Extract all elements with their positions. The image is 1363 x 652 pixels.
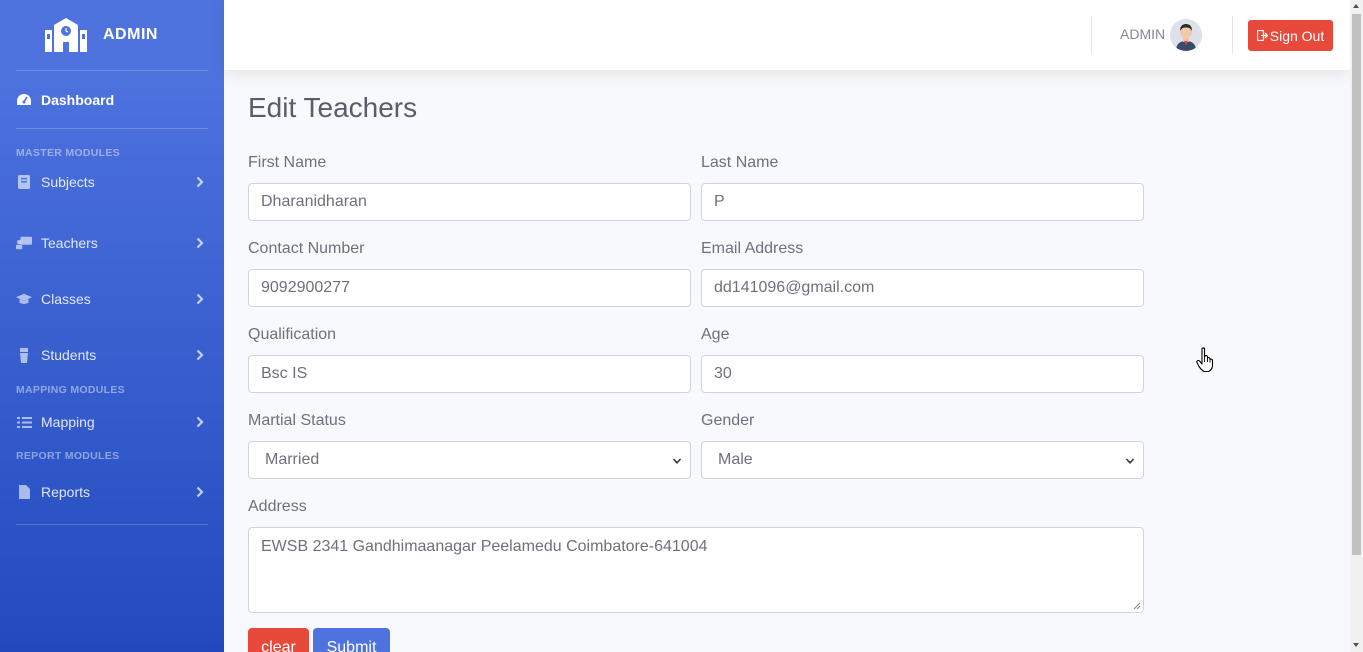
sign-out-icon [1256,30,1268,41]
sidebar-item-label: Reports [41,484,91,500]
first-name-input[interactable]: Dharanidharan [248,183,691,221]
qualification-label: Qualification [248,326,337,343]
last-name-input[interactable]: P [701,183,1144,221]
sidebar: ADMIN Dashboard MASTER MODULES Subjects … [0,0,224,652]
marital-status-label: Martial Status [248,412,346,429]
chevron-right-icon [196,416,204,428]
chevron-down-icon [1125,458,1135,464]
contact-number-input[interactable]: 9092900277 [248,269,691,307]
book-icon [16,174,32,190]
sidebar-item-reports[interactable]: Reports [0,462,224,522]
scroll-down-arrow-icon[interactable] [1353,643,1359,647]
gender-select[interactable]: Male [701,441,1144,479]
user-name[interactable]: ADMIN [1120,26,1165,42]
sidebar-divider [16,128,208,129]
email-input[interactable]: dd141096@gmail.com [701,269,1144,307]
sidebar-item-subjects[interactable]: Subjects [0,159,224,205]
sidebar-item-label: Students [41,347,97,363]
gender-value: Male [718,451,753,468]
section-heading-master: MASTER MODULES [16,147,120,159]
school-icon [45,18,87,52]
chalkboard-teacher-icon [16,235,32,251]
tasks-icon [16,414,32,430]
brand[interactable]: ADMIN [0,0,224,70]
sidebar-item-students[interactable]: Students [0,327,224,383]
chevron-right-icon [196,176,204,188]
sidebar-item-label: Subjects [41,174,95,190]
section-heading-mapping: MAPPING MODULES [16,384,125,396]
sidebar-item-label: Classes [41,291,91,307]
chevron-right-icon [196,349,204,361]
address-textarea[interactable]: EWSB 2341 Gandhimaanagar Peelamedu Coimb… [248,527,1144,613]
sidebar-item-label: Teachers [41,235,98,251]
avatar[interactable] [1170,19,1202,51]
qualification-input[interactable]: Bsc IS [248,355,691,393]
hand-cursor-icon [1196,347,1214,373]
student-icon [16,347,32,363]
chevron-right-icon [196,486,204,498]
email-label: Email Address [701,240,804,257]
sidebar-item-classes[interactable]: Classes [0,271,224,327]
clear-button[interactable]: clear [248,628,309,652]
sidebar-item-label: Mapping [41,414,95,430]
first-name-label: First Name [248,154,327,171]
sidebar-item-dashboard[interactable]: Dashboard [0,71,224,128]
sidebar-divider [16,524,208,525]
marital-status-value: Married [265,451,320,468]
sidebar-item-label: Dashboard [41,91,115,108]
section-heading-report: REPORT MODULES [16,450,120,462]
file-icon [16,484,32,500]
chevron-right-icon [196,237,204,249]
submit-button[interactable]: Submit [313,628,390,652]
sign-out-label: Sign Out [1269,27,1325,44]
resize-handle-icon[interactable] [1133,602,1141,610]
vertical-scrollbar[interactable] [1350,0,1363,652]
sidebar-item-teachers[interactable]: Teachers [0,215,224,271]
scroll-up-arrow-icon[interactable] [1353,4,1359,8]
last-name-label: Last Name [701,154,779,171]
address-value: EWSB 2341 Gandhimaanagar Peelamedu Coimb… [261,538,708,555]
brand-title: ADMIN [103,26,158,43]
sign-out-button[interactable]: Sign Out [1248,20,1333,51]
page-title: Edit Teachers [248,92,418,123]
topbar: ADMIN Sign Out [224,0,1350,70]
topbar-divider [1232,16,1233,54]
address-label: Address [248,498,307,515]
gender-label: Gender [701,412,755,429]
age-input[interactable]: 30 [701,355,1144,393]
tachometer-icon [16,92,32,108]
contact-number-label: Contact Number [248,240,365,257]
chevron-down-icon [672,458,682,464]
topbar-divider [1091,16,1092,54]
clear-label: clear [261,639,296,652]
graduation-cap-icon [16,291,32,307]
marital-status-select[interactable]: Married [248,441,691,479]
chevron-right-icon [196,293,204,305]
sidebar-item-mapping[interactable]: Mapping [0,396,224,448]
submit-label: Submit [326,639,377,652]
age-label: Age [701,326,730,343]
scroll-thumb[interactable] [1352,14,1361,555]
